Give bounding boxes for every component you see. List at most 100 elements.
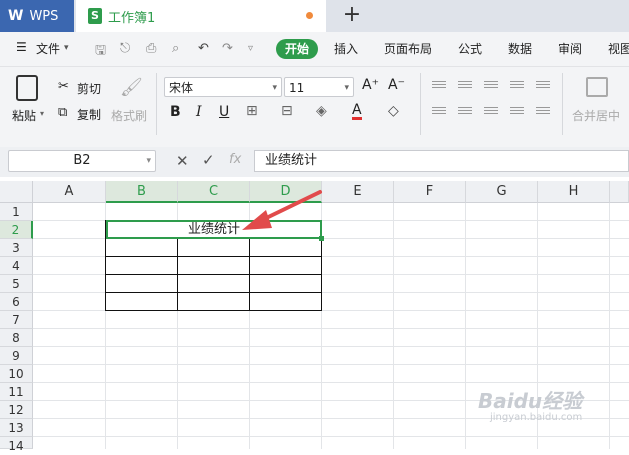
- unsaved-indicator-icon: [306, 12, 313, 19]
- outdent-icon[interactable]: [536, 81, 550, 93]
- copy-button[interactable]: 复制: [77, 106, 101, 123]
- table-border: [249, 238, 250, 311]
- save-icon[interactable]: 🖫: [95, 41, 106, 63]
- annotation-arrow: [242, 190, 322, 230]
- format-brush-icon[interactable]: ⎋: [120, 41, 130, 56]
- indent-icon[interactable]: [510, 81, 524, 93]
- tab-view[interactable]: 视图: [608, 40, 629, 57]
- bold-button[interactable]: B: [170, 104, 181, 120]
- paste-button[interactable]: 粘贴: [12, 107, 36, 124]
- tab-data[interactable]: 数据: [508, 40, 532, 57]
- print-preview-icon[interactable]: ⌕: [172, 41, 179, 56]
- row-header-8[interactable]: 8: [0, 329, 33, 347]
- align-bottom-icon[interactable]: [484, 81, 498, 93]
- underline-button[interactable]: U: [219, 104, 229, 120]
- row-header-10[interactable]: 10: [0, 365, 33, 383]
- quick-access-more-icon[interactable]: ▿: [248, 43, 253, 54]
- font-name-select[interactable]: 宋体 ▾: [164, 77, 282, 97]
- gridline: [33, 364, 629, 365]
- borders-icon[interactable]: ⊞: [246, 103, 258, 119]
- formula-input[interactable]: 业绩统计: [254, 150, 629, 172]
- document-tab[interactable]: S 工作簿1: [76, 0, 326, 32]
- format-painter-button[interactable]: 格式刷: [111, 107, 147, 124]
- gridline: [609, 203, 610, 449]
- file-menu[interactable]: 文件: [36, 40, 60, 57]
- insert-function-button[interactable]: fx: [229, 152, 241, 167]
- ribbon-divider: [420, 73, 421, 135]
- row-header-1[interactable]: 1: [0, 203, 33, 221]
- merge-center-button[interactable]: 合并居中: [572, 107, 620, 124]
- wps-home-tab[interactable]: W WPS: [0, 0, 74, 32]
- fill-color-icon[interactable]: ◈: [316, 103, 327, 119]
- font-color-button[interactable]: A: [352, 103, 362, 120]
- paste-icon[interactable]: [16, 75, 38, 101]
- chevron-down-icon: ▾: [146, 156, 151, 166]
- row-header-4[interactable]: 4: [0, 257, 33, 275]
- paste-caret-icon[interactable]: ▾: [40, 109, 44, 118]
- fill-handle[interactable]: [319, 236, 324, 241]
- confirm-icon[interactable]: ✓: [202, 151, 215, 169]
- align-left-icon[interactable]: [432, 107, 446, 119]
- format-painter-icon[interactable]: 🖌: [120, 77, 143, 98]
- redo-icon[interactable]: ↷: [222, 41, 233, 56]
- font-name-value: 宋体: [169, 81, 194, 95]
- row-header-12[interactable]: 12: [0, 401, 33, 419]
- increase-font-icon[interactable]: A⁺: [362, 77, 379, 93]
- column-header-g[interactable]: G: [466, 181, 538, 203]
- column-header-e[interactable]: E: [322, 181, 394, 203]
- tab-page-layout[interactable]: 页面布局: [384, 40, 432, 57]
- cancel-icon[interactable]: ✕: [176, 152, 189, 170]
- align-right-icon[interactable]: [484, 107, 498, 119]
- eraser-icon[interactable]: ◇: [388, 103, 399, 119]
- row-header-3[interactable]: 3: [0, 239, 33, 257]
- row-header-13[interactable]: 13: [0, 419, 33, 437]
- row-header-6[interactable]: 6: [0, 293, 33, 311]
- distributed-icon[interactable]: [536, 107, 550, 119]
- name-box[interactable]: B2 ▾: [8, 150, 156, 172]
- wps-logo-icon: W: [8, 8, 24, 24]
- tab-review[interactable]: 审阅: [558, 40, 582, 57]
- tab-start[interactable]: 开始: [276, 39, 318, 59]
- decrease-font-icon[interactable]: A⁻: [388, 77, 405, 93]
- ribbon-divider: [562, 73, 563, 135]
- file-menu-caret-icon[interactable]: ▾: [64, 43, 69, 53]
- column-header-a[interactable]: A: [33, 181, 106, 203]
- merge-cells-icon[interactable]: ⊟: [281, 103, 293, 119]
- font-size-select[interactable]: 11 ▾: [284, 77, 354, 97]
- undo-icon[interactable]: ↶: [198, 41, 209, 56]
- row-header-9[interactable]: 9: [0, 347, 33, 365]
- align-top-icon[interactable]: [432, 81, 446, 93]
- ribbon-divider: [156, 73, 157, 135]
- align-middle-icon[interactable]: [458, 81, 472, 93]
- print-icon[interactable]: ⎙: [146, 41, 156, 56]
- select-all-corner[interactable]: [0, 181, 33, 203]
- column-header-i[interactable]: [610, 181, 629, 203]
- column-header-h[interactable]: H: [538, 181, 610, 203]
- gridline: [33, 382, 629, 383]
- row-header-5[interactable]: 5: [0, 275, 33, 293]
- row-header-7[interactable]: 7: [0, 311, 33, 329]
- chevron-down-icon: ▾: [344, 83, 349, 93]
- scissors-icon[interactable]: ✂: [58, 79, 69, 94]
- new-tab-button[interactable]: +: [340, 3, 364, 27]
- table-border: [105, 256, 322, 257]
- table-border: [105, 310, 322, 311]
- gridline: [393, 203, 394, 449]
- align-center-icon[interactable]: [458, 107, 472, 119]
- justify-icon[interactable]: [510, 107, 524, 119]
- hamburger-icon[interactable]: ☰: [16, 40, 27, 54]
- merge-center-icon[interactable]: [586, 77, 608, 97]
- gridline: [33, 436, 629, 437]
- gridline: [465, 203, 466, 449]
- row-header-14[interactable]: 14: [0, 437, 33, 453]
- column-header-f[interactable]: F: [394, 181, 466, 203]
- cut-button[interactable]: 剪切: [77, 80, 101, 97]
- tab-insert[interactable]: 插入: [334, 40, 358, 57]
- font-size-value: 11: [289, 81, 305, 95]
- row-header-2[interactable]: 2: [0, 221, 33, 239]
- italic-button[interactable]: I: [196, 104, 202, 120]
- row-header-11[interactable]: 11: [0, 383, 33, 401]
- copy-icon[interactable]: ⧉: [58, 105, 67, 120]
- column-header-b[interactable]: B: [106, 181, 178, 203]
- tab-formulas[interactable]: 公式: [458, 40, 482, 57]
